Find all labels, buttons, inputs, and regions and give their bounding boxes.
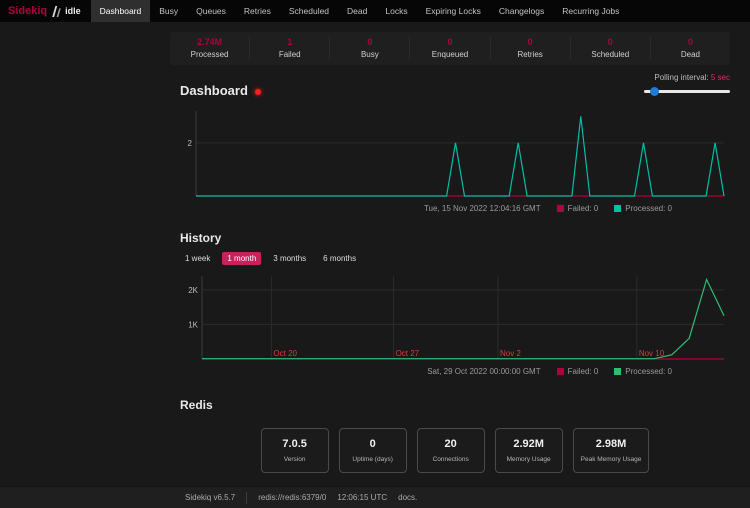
polling-interval-label: Polling interval: [654,73,708,82]
stat-dead-label: Dead [651,50,730,59]
history-timestamp: Sat, 29 Oct 2022 00:00:00 GMT [427,367,540,376]
redis-connections-label: Connections [425,456,477,463]
processed-legend-swatch-icon [614,205,621,212]
svg-text:2: 2 [188,139,193,148]
stat-enqueued-label: Enqueued [410,50,489,59]
nav-tab-recurring-jobs[interactable]: Recurring Jobs [553,0,628,22]
stat-processed-value: 2.74M [170,37,249,47]
svg-text:Oct 27: Oct 27 [396,349,420,358]
live-beacon-icon [255,89,261,95]
stats-summary-bar: 2.74M Processed 1 Failed 0 Busy 0 Enqueu… [170,32,730,65]
status-text: idle [65,6,91,16]
realtime-chart-caption: Tue, 15 Nov 2022 12:04:16 GMT Failed: 0 … [180,204,730,213]
content-wrapper: 2.74M Processed 1 Failed 0 Busy 0 Enqueu… [170,32,730,473]
svg-text:Nov 2: Nov 2 [500,349,521,358]
nav-tab-locks[interactable]: Locks [376,0,416,22]
history-range-selector: 1 week 1 month 3 months 6 months [180,252,730,265]
legend-failed: Failed: 0 [557,204,599,213]
sidekiq-dashboard-page: Sidekiq idle Dashboard Busy Queues Retri… [0,0,750,473]
range-1-month[interactable]: 1 month [222,252,261,265]
history-legend-failed-label: Failed: 0 [568,367,599,376]
sidekiq-logo-icon [51,5,65,18]
nav-tab-retries[interactable]: Retries [235,0,280,22]
history-chart-caption: Sat, 29 Oct 2022 00:00:00 GMT Failed: 0 … [180,367,730,376]
footer-version: Sidekiq v6.5.7 [185,493,235,502]
stat-failed[interactable]: 1 Failed [249,37,329,59]
stat-dead-value: 0 [651,37,730,47]
polling-interval-value: 5 sec [711,73,730,82]
nav-tab-queues[interactable]: Queues [187,0,235,22]
redis-card-version: 7.0.5 Version [261,428,329,473]
legend-failed-label: Failed: 0 [568,204,599,213]
svg-text:Oct 20: Oct 20 [273,349,297,358]
failed-legend-swatch-icon [557,368,564,375]
polling-interval-slider[interactable] [644,86,730,96]
footer: Sidekiq v6.5.7 redis://redis:6379/0 12:0… [0,486,750,508]
redis-connections-value: 20 [425,438,477,450]
redis-version-label: Version [269,456,321,463]
history-legend-failed: Failed: 0 [557,367,599,376]
stat-retries[interactable]: 0 Retries [490,37,570,59]
range-6-months[interactable]: 6 months [318,252,361,265]
stat-dead[interactable]: 0 Dead [650,37,730,59]
dashboard-heading: Dashboard [180,83,261,98]
stat-scheduled-label: Scheduled [571,50,650,59]
history-chart: 2K1KOct 20Oct 27Nov 2Nov 10 [180,269,730,365]
top-nav: Sidekiq idle Dashboard Busy Queues Retri… [0,0,750,22]
stat-processed[interactable]: 2.74M Processed [170,37,249,59]
sidekiq-brand[interactable]: Sidekiq [0,5,51,17]
stat-processed-label: Processed [170,50,249,59]
nav-tab-expiring-locks[interactable]: Expiring Locks [417,0,490,22]
redis-peak-memory-label: Peak Memory Usage [581,456,642,463]
redis-memory-label: Memory Usage [503,456,555,463]
redis-version-value: 7.0.5 [269,438,321,450]
footer-time: 12:06:15 UTC [337,493,387,502]
stat-enqueued-value: 0 [410,37,489,47]
nav-tab-scheduled[interactable]: Scheduled [280,0,338,22]
redis-card-uptime: 0 Uptime (days) [339,428,407,473]
history-heading: History [180,231,221,245]
range-1-week[interactable]: 1 week [180,252,215,265]
nav-tab-dashboard[interactable]: Dashboard [91,0,151,22]
legend-processed-label: Processed: 0 [625,204,672,213]
realtime-chart: 2 [180,104,730,202]
stat-scheduled[interactable]: 0 Scheduled [570,37,650,59]
legend-processed: Processed: 0 [614,204,672,213]
redis-card-connections: 20 Connections [417,428,485,473]
history-legend-processed-label: Processed: 0 [625,367,672,376]
redis-peak-memory-value: 2.98M [581,438,642,450]
processed-legend-swatch-icon [614,368,621,375]
svg-text:1K: 1K [188,320,198,329]
redis-card-peak-memory-usage: 2.98M Peak Memory Usage [573,428,650,473]
stat-failed-label: Failed [250,50,329,59]
footer-divider [246,492,247,504]
stat-retries-label: Retries [491,50,570,59]
nav-tab-busy[interactable]: Busy [150,0,187,22]
realtime-timestamp: Tue, 15 Nov 2022 12:04:16 GMT [424,204,541,213]
stat-failed-value: 1 [250,37,329,47]
nav-tab-dead[interactable]: Dead [338,0,376,22]
polling-control: Polling interval: 5 sec [644,73,730,98]
svg-text:2K: 2K [188,286,198,295]
stat-scheduled-value: 0 [571,37,650,47]
redis-uptime-label: Uptime (days) [347,456,399,463]
stat-enqueued[interactable]: 0 Enqueued [409,37,489,59]
redis-heading: Redis [180,398,213,412]
stat-busy[interactable]: 0 Busy [329,37,409,59]
stat-busy-label: Busy [330,50,409,59]
failed-legend-swatch-icon [557,205,564,212]
footer-docs-link[interactable]: docs. [398,493,417,502]
redis-uptime-value: 0 [347,438,399,450]
redis-stats-cards: 7.0.5 Version 0 Uptime (days) 20 Connect… [180,428,730,473]
footer-redis-url: redis://redis:6379/0 [258,493,326,502]
redis-card-memory-usage: 2.92M Memory Usage [495,428,563,473]
history-legend-processed: Processed: 0 [614,367,672,376]
stat-busy-value: 0 [330,37,409,47]
range-3-months[interactable]: 3 months [268,252,311,265]
stat-retries-value: 0 [491,37,570,47]
dashboard-heading-text: Dashboard [180,83,248,98]
nav-tab-changelogs[interactable]: Changelogs [490,0,553,22]
redis-memory-value: 2.92M [503,438,555,450]
